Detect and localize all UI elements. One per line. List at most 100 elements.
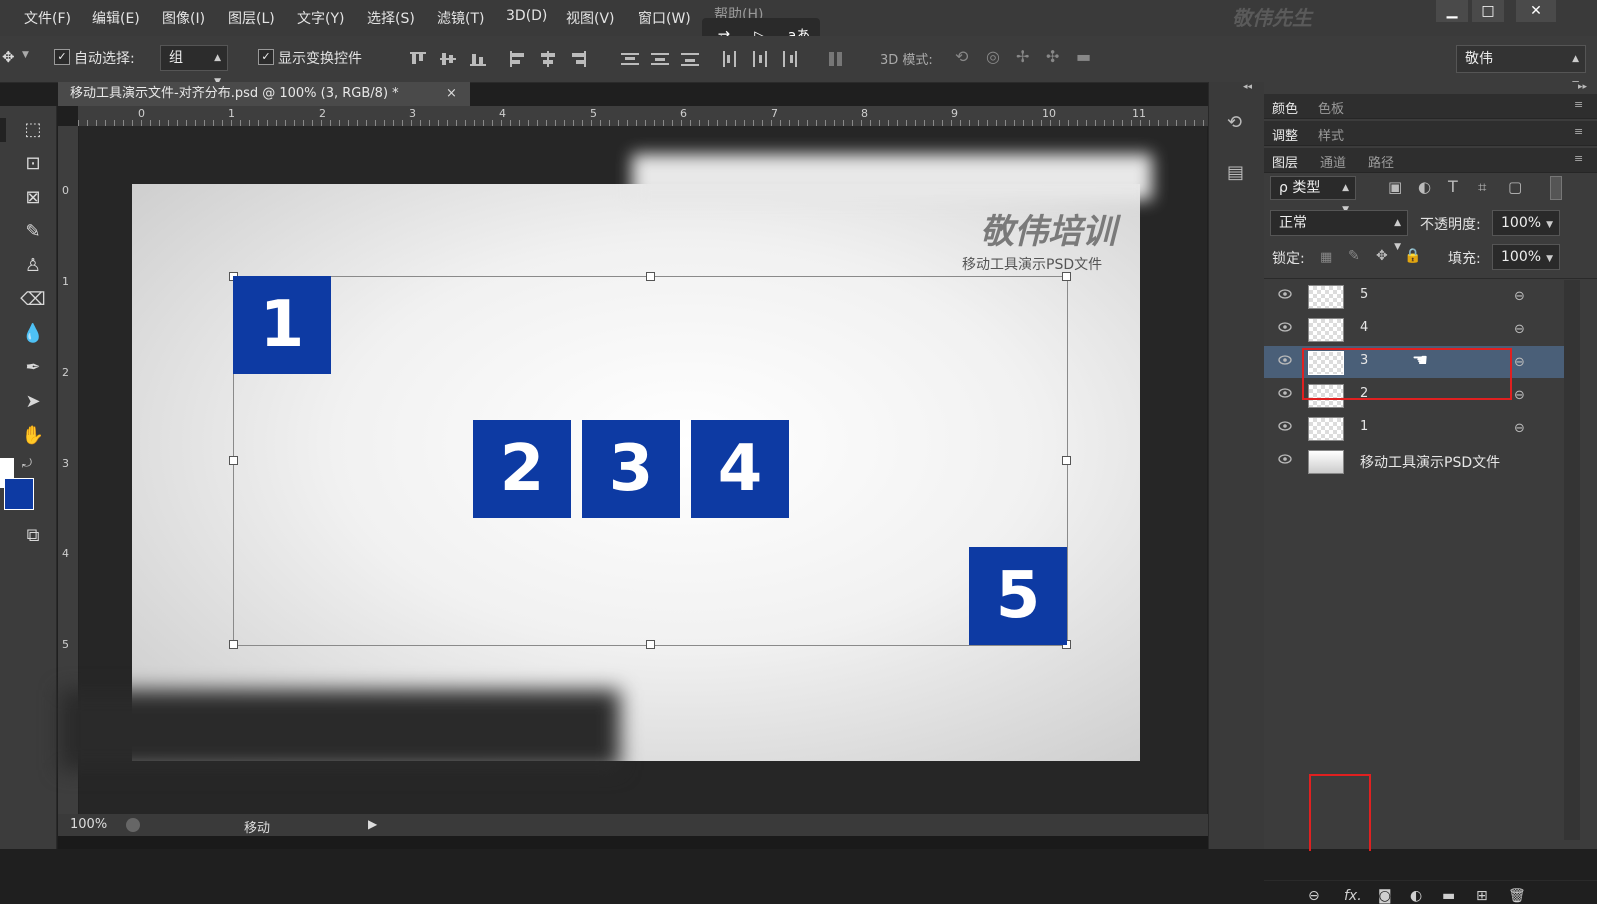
lock-all-icon[interactable]: 🔒 — [1404, 248, 1421, 264]
quick-select-icon[interactable]: ⊡ — [20, 152, 46, 176]
pan-3d-icon[interactable]: ✢ — [1016, 47, 1029, 66]
show-transform-checkbox[interactable]: ✓ — [258, 49, 274, 65]
screen-mode-icon[interactable]: ⧉ — [20, 524, 46, 548]
marquee-icon[interactable]: ⬚ — [20, 118, 46, 142]
transform-handle[interactable] — [646, 272, 655, 281]
align-left-icon[interactable] — [508, 50, 528, 68]
stamp-icon[interactable]: ♙ — [20, 254, 46, 278]
layer-row-1[interactable]: 1 ⊖ — [1264, 412, 1564, 444]
eye-icon[interactable] — [1278, 388, 1292, 398]
layer-row-5[interactable]: 5 ⊖ — [1264, 280, 1564, 312]
layer-row-background[interactable]: 移动工具演示PSD文件 — [1264, 445, 1564, 477]
chevron-down-icon[interactable]: ▼ — [22, 50, 29, 60]
tab-layers[interactable]: 图层 — [1272, 152, 1298, 171]
transform-handle[interactable] — [1062, 456, 1071, 465]
filter-shape-icon[interactable]: ⌗ — [1478, 178, 1486, 196]
roll-3d-icon[interactable]: ◎ — [986, 47, 1000, 66]
crop-icon[interactable]: ⊠ — [20, 186, 46, 210]
workspace-dropdown[interactable]: 敬伟 ▲▼ — [1456, 45, 1586, 90]
align-vcenter-icon[interactable] — [438, 50, 458, 68]
menu-file[interactable]: 文件(F) — [24, 8, 71, 28]
panel-menu-icon[interactable]: ≡ — [1574, 98, 1583, 111]
minimize-button[interactable]: ▁ — [1436, 0, 1468, 22]
filter-toggle[interactable] — [1550, 176, 1562, 200]
lock-transparent-icon[interactable]: ▦ — [1320, 250, 1332, 265]
distribute-bottom-icon[interactable] — [680, 50, 700, 68]
tab-paths[interactable]: 路径 — [1368, 152, 1394, 171]
close-window-button[interactable]: ✕ — [1516, 0, 1556, 22]
eye-icon[interactable] — [1278, 454, 1292, 464]
align-hcenter-icon[interactable] — [538, 50, 558, 68]
tab-adjustments[interactable]: 调整 — [1272, 125, 1298, 144]
menu-view[interactable]: 视图(V) — [566, 8, 615, 28]
transform-handle[interactable] — [229, 456, 238, 465]
opacity-input[interactable]: 100% ▼ — [1492, 210, 1560, 236]
eye-icon[interactable] — [1278, 421, 1292, 431]
align-right-icon[interactable] — [568, 50, 588, 68]
swap-colors-icon[interactable]: ⤾ — [22, 456, 32, 471]
filter-adjustment-icon[interactable]: ◐ — [1418, 178, 1431, 196]
menu-layer[interactable]: 图层(L) — [228, 8, 275, 28]
filter-pixel-icon[interactable]: ▣ — [1388, 178, 1402, 196]
rotate-3d-icon[interactable]: ⟲ — [955, 47, 968, 66]
panel-menu-icon[interactable]: ≡ — [1574, 125, 1583, 138]
adjustment-layer-icon[interactable]: ◐ — [1410, 888, 1422, 904]
panel-menu-icon[interactable]: ≡ — [1574, 152, 1583, 165]
menu-edit[interactable]: 编辑(E) — [92, 8, 140, 28]
new-layer-icon[interactable]: ⊞ — [1476, 888, 1488, 904]
healing-brush-icon[interactable]: ✎ — [20, 220, 46, 244]
path-select-icon[interactable]: ➤ — [20, 390, 46, 414]
layer-row-4[interactable]: 4 ⊖ — [1264, 313, 1564, 345]
number-box-5[interactable]: 5 — [969, 547, 1067, 645]
number-box-3[interactable]: 3 — [582, 420, 680, 518]
transform-handle[interactable] — [1062, 272, 1071, 281]
blend-mode-dropdown[interactable]: 正常 ▲ ▼ — [1270, 210, 1408, 252]
layer-filter-dropdown[interactable]: ρ 类型 ▲▼ — [1270, 176, 1356, 215]
align-bottom-icon[interactable] — [468, 50, 488, 68]
fill-input[interactable]: 100% ▼ — [1492, 244, 1560, 270]
menu-window[interactable]: 窗口(W) — [638, 8, 691, 28]
number-box-4[interactable]: 4 — [691, 420, 789, 518]
tab-channels[interactable]: 通道 — [1320, 152, 1346, 171]
blur-drop-icon[interactable]: 💧 — [20, 322, 46, 346]
menu-filter[interactable]: 滤镜(T) — [437, 8, 484, 28]
filter-smart-object-icon[interactable]: ▢ — [1508, 178, 1522, 196]
auto-select-dropdown[interactable]: 组 ▲▼ — [160, 45, 228, 87]
eye-icon[interactable] — [1278, 322, 1292, 332]
lock-position-icon[interactable]: ✥ — [1376, 248, 1388, 264]
info-icon[interactable] — [126, 818, 140, 832]
number-box-1[interactable]: 1 — [233, 276, 331, 374]
auto-align-icon[interactable] — [826, 50, 846, 68]
tool-move-selected[interactable] — [0, 118, 6, 142]
tab-color[interactable]: 颜色 — [1272, 98, 1298, 117]
maximize-button[interactable]: □ — [1472, 0, 1504, 22]
eraser-icon[interactable]: ⌫ — [20, 288, 46, 312]
auto-select-checkbox[interactable]: ✓ — [54, 49, 70, 65]
transform-handle[interactable] — [646, 640, 655, 649]
distribute-top-icon[interactable] — [620, 50, 640, 68]
lock-paint-icon[interactable]: ✎ — [1348, 248, 1360, 264]
menu-3d[interactable]: 3D(D) — [506, 8, 547, 24]
menu-type[interactable]: 文字(Y) — [297, 8, 344, 28]
align-top-icon[interactable] — [408, 50, 428, 68]
expand-icon[interactable]: ▸▸ — [1578, 82, 1587, 92]
delete-layer-icon[interactable]: 🗑 — [1508, 888, 1526, 904]
document-canvas[interactable]: 敬伟培训 移动工具演示PSD文件 1 2 3 4 5 — [132, 154, 1152, 761]
distribute-vcenter-icon[interactable] — [650, 50, 670, 68]
status-arrow-icon[interactable]: ▶ — [368, 817, 377, 831]
scale-3d-icon[interactable]: ▬ — [1076, 47, 1091, 66]
filter-type-icon[interactable]: T — [1448, 177, 1458, 196]
eye-icon[interactable] — [1278, 289, 1292, 299]
tab-close-icon[interactable]: × — [446, 82, 457, 106]
layers-scrollbar[interactable] — [1564, 280, 1580, 840]
tab-styles[interactable]: 样式 — [1318, 125, 1344, 144]
properties-icon[interactable]: ▤ — [1227, 162, 1244, 183]
add-mask-icon[interactable]: ◙ — [1378, 888, 1392, 904]
menu-select[interactable]: 选择(S) — [367, 8, 415, 28]
pen-icon[interactable]: ✒ — [20, 356, 46, 380]
zoom-level[interactable]: 100% — [70, 817, 107, 832]
tab-swatches[interactable]: 色板 — [1318, 98, 1344, 117]
distribute-left-icon[interactable] — [720, 50, 740, 68]
number-box-2[interactable]: 2 — [473, 420, 571, 518]
fx-icon[interactable]: fx. — [1344, 888, 1362, 904]
